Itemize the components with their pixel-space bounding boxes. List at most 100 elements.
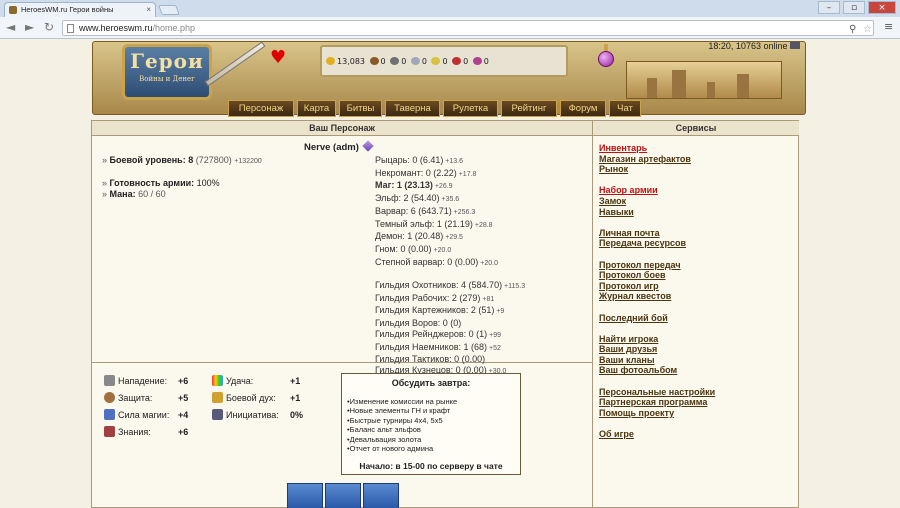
castle-image (626, 61, 782, 99)
services-list: Инвентарь Магазин артефактов Рынок Набор ар… (599, 143, 715, 440)
service-link[interactable]: Набор армии (599, 185, 715, 196)
url-host: www.heroeswm.ru (79, 23, 153, 33)
service-link[interactable]: Ваши друзья (599, 344, 715, 355)
class-row: Демон: 1 (20.48) +29.5 (375, 231, 463, 242)
service-link[interactable]: Ваш фотоальбом (599, 365, 715, 376)
discussion-item: Изменение комиссии на рынке (347, 397, 520, 406)
service-link[interactable]: Партнерская программа (599, 397, 715, 408)
character-name[interactable]: Nerve (adm) (304, 140, 374, 153)
health-heart-icon: ♥ (270, 47, 287, 68)
service-link[interactable]: Навыки (599, 207, 715, 218)
browser-toolbar: ◄ ► ↻ www.heroeswm.ru/home.php ⚲ ☆ ≡ (0, 17, 900, 39)
attr-initiative: Инициатива: 0% (212, 409, 303, 421)
guild-row: Гильдия Охотников: 4 (584.70) +115.3 (375, 280, 526, 291)
service-link[interactable]: Последний бой (599, 313, 715, 324)
game-header: Герои Войны и Денег ♥ 13,083 0 0 0 0 0 0… (0, 39, 900, 120)
discussion-title: Обсудить завтра: (391, 378, 471, 388)
service-link[interactable]: Протокол передач (599, 260, 715, 271)
gems-resource: 0 (472, 55, 489, 69)
character-summary: » Боевой уровень: 8 (727800) +132200 » Г… (102, 155, 262, 199)
reload-icon[interactable]: ↻ (44, 21, 54, 33)
service-link[interactable]: Журнал квестов (599, 291, 715, 302)
quick-icon-2[interactable] (325, 483, 361, 508)
discussion-box: Обсудить завтра: Изменение комиссии на р… (341, 373, 521, 475)
guild-row: Гильдия Воров: 0 (0) (375, 318, 462, 329)
zoom-icon[interactable]: ⚲ (849, 23, 856, 37)
logo-title: Герои (130, 49, 204, 73)
main-menu: Персонаж Карта Битвы Таверна Рулетка Рей… (228, 100, 658, 117)
service-link[interactable]: Персональные настройки (599, 387, 715, 398)
menu-icon[interactable]: ≡ (884, 21, 893, 33)
ore-icon (390, 57, 400, 65)
menu-item-tavern[interactable]: Таверна (385, 100, 440, 117)
new-tab-button[interactable] (158, 5, 180, 15)
gems-icon (472, 57, 482, 65)
service-link[interactable]: Личная почта (599, 228, 715, 239)
sulfur-icon (431, 57, 441, 65)
rainbow-icon (212, 375, 223, 386)
mage-class-icon (362, 140, 374, 152)
wings-icon (212, 392, 223, 403)
book-icon (104, 426, 115, 437)
menu-item-map[interactable]: Карта (297, 100, 336, 117)
service-link[interactable]: Найти игрока (599, 334, 715, 345)
main-content: Ваш Персонаж Сервисы Nerve (adm) » Боево… (91, 120, 799, 508)
attr-magic: Сила магии: +4 (104, 409, 188, 421)
minimize-icon[interactable]: – (818, 1, 840, 14)
menu-item-character[interactable]: Персонаж (228, 100, 294, 117)
service-link[interactable]: Магазин артефактов (599, 154, 715, 165)
service-link[interactable]: Замок (599, 196, 715, 207)
mana-orb-icon (598, 51, 614, 67)
attr-attack: Нападение: +6 (104, 375, 188, 387)
class-row: Некромант: 0 (2.22) +17.8 (375, 167, 477, 178)
guild-row: Гильдия Тактиков: 0 (0.00) (375, 354, 486, 365)
attributes: Нападение: +6 Защита: +5 Сила магии: +4 Зна… (104, 375, 324, 445)
class-row: Рыцарь: 0 (6.41) +13.6 (375, 155, 464, 165)
service-link[interactable]: Инвентарь (599, 143, 715, 154)
page-icon (67, 24, 74, 33)
address-bar[interactable]: www.heroeswm.ru/home.php ⚲ ☆ (62, 20, 874, 36)
service-link[interactable]: Протокол боев (599, 270, 715, 281)
class-row: Гном: 0 (0.00) +20.0 (375, 243, 452, 254)
quick-icon-1[interactable] (287, 483, 323, 508)
service-link[interactable]: Рынок (599, 164, 715, 175)
crystals-resource: 0 (452, 55, 468, 69)
service-link[interactable]: Передача ресурсов (599, 238, 715, 249)
close-window-icon[interactable]: × (868, 1, 896, 14)
sulfur-resource: 0 (431, 55, 448, 69)
menu-item-roulette[interactable]: Рулетка (443, 100, 498, 117)
close-tab-icon[interactable]: × (146, 3, 151, 16)
service-link[interactable]: Протокол игр (599, 281, 715, 292)
attr-luck: Удача: +1 (212, 375, 300, 387)
forward-icon[interactable]: ► (25, 21, 34, 33)
menu-item-forum[interactable]: Форум (560, 100, 606, 117)
menu-item-chat[interactable]: Чат (609, 100, 641, 117)
game-logo[interactable]: Герои Войны и Денег (122, 44, 212, 100)
maximize-icon[interactable]: ▫ (843, 1, 865, 14)
class-row: Эльф: 2 (54.40) +35.6 (375, 193, 460, 204)
back-icon[interactable]: ◄ (6, 21, 15, 33)
class-row: Маг: 1 (23.13) +26.9 (375, 180, 453, 191)
service-link[interactable]: Об игре (599, 429, 715, 440)
service-link[interactable]: Ваши кланы (599, 355, 715, 366)
online-users-icon[interactable] (790, 42, 800, 49)
gold-icon (326, 57, 335, 65)
quick-icon-3[interactable] (363, 483, 399, 508)
browser-tab[interactable]: HeroesWM.ru Герои войны × (4, 2, 156, 17)
column-divider (592, 121, 593, 508)
menu-item-rating[interactable]: Рейтинг (501, 100, 557, 117)
discussion-item: Быстрые турниры 4х4, 5х5 (347, 416, 520, 425)
swords-icon (104, 375, 115, 386)
discussion-item: Отчет от нового админа (347, 444, 520, 453)
class-row: Степной варвар: 0 (0.00) +20.0 (375, 256, 498, 267)
site-favicon-icon (9, 6, 17, 14)
guild-row: Гильдия Картежников: 2 (51) +9 (375, 305, 505, 316)
guild-row: Гильдия Наемников: 1 (68) +52 (375, 341, 501, 352)
mercury-resource: 0 (410, 55, 427, 69)
discussion-item: Девальвация золота (347, 435, 520, 444)
service-link[interactable]: Помощь проекту (599, 408, 715, 419)
menu-item-battles[interactable]: Битвы (339, 100, 382, 117)
url-path: /home.php (152, 23, 196, 33)
attr-knowledge: Знания: +6 (104, 426, 188, 438)
bookmark-star-icon[interactable]: ☆ (863, 23, 872, 37)
